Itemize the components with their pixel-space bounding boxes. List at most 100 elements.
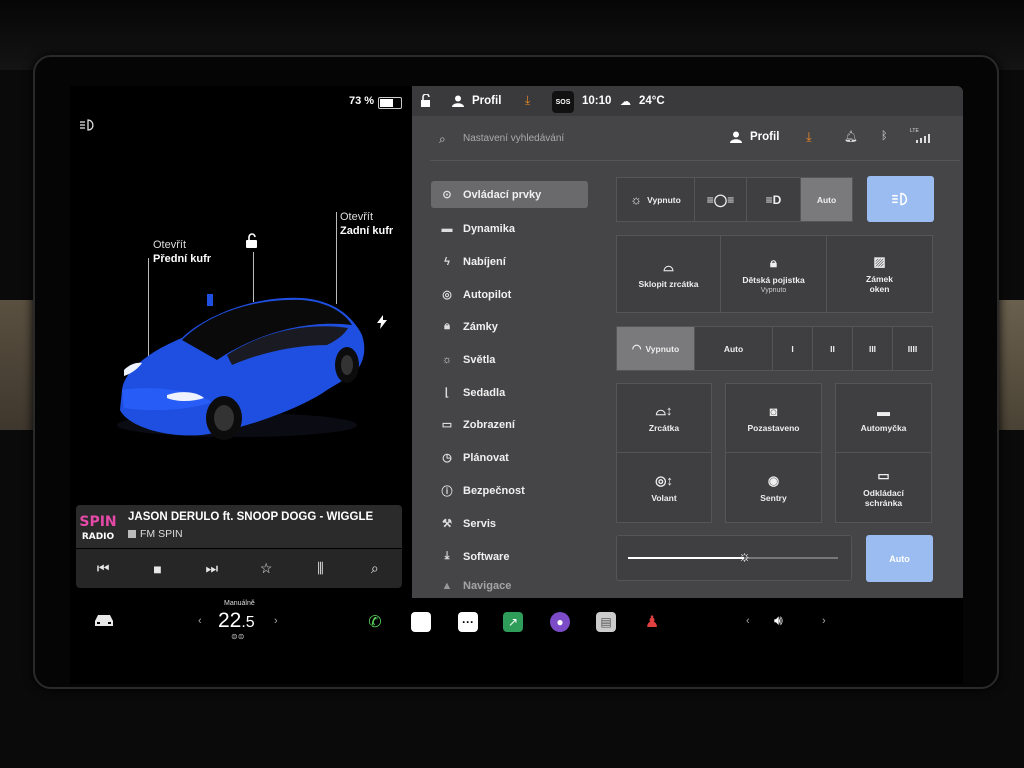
notes-icon[interactable] (411, 612, 431, 632)
temp-decrease-chevron-icon[interactable]: ‹ (198, 615, 202, 627)
window-lock-icon: ▨ (873, 254, 886, 269)
menu-software[interactable]: ⤓ Software (431, 543, 588, 570)
open-trunk-button[interactable]: Otevřít Zadní kufr (340, 210, 393, 238)
lights-off-button[interactable]: ☼ Vypnuto (616, 177, 695, 222)
menu-label-controls: Ovládací prvky (463, 188, 542, 201)
mirrors-adjust-button[interactable]: ⌓↕ Zrcátka (616, 383, 712, 453)
brightness-sun-icon[interactable]: ☼ (738, 548, 752, 565)
spin-radio-logo: SPIN RADIO (78, 509, 118, 543)
energy-chart-icon[interactable]: ↗ (503, 612, 523, 632)
next-track-icon[interactable]: ⏭ (200, 560, 224, 577)
carwash-button[interactable]: ▬ Automyčka (835, 383, 932, 453)
camera-icon[interactable]: ● (550, 612, 570, 632)
phone-icon[interactable]: ✆ (365, 612, 385, 632)
display-icon: ▭ (441, 419, 453, 431)
menu-label-seats: Sedadla (463, 386, 506, 399)
lights-auto-button[interactable]: Auto (800, 177, 853, 222)
menu-display[interactable]: ▭ Zobrazení (431, 411, 588, 438)
fold-mirrors-button[interactable]: ⌓ Sklopit zrcátka (616, 235, 721, 313)
wipers-off-button[interactable]: ◠ Vypnuto (616, 326, 695, 371)
climate-mode: Manuálně (224, 600, 255, 607)
menu-lights[interactable]: ☼ Světla (431, 346, 588, 373)
glovebox-label: Odkládací schránka (863, 487, 904, 508)
sos-button[interactable]: SOS (552, 91, 574, 113)
low-beam-button[interactable]: ≡D (746, 177, 801, 222)
glovebox-icon: ▭ (877, 467, 890, 483)
bluetooth-icon[interactable]: ᛒ (881, 130, 888, 142)
wipers-speed-1-button[interactable]: I (772, 326, 813, 371)
lock-status-icon[interactable] (420, 94, 432, 108)
menu-dynamics[interactable]: ▬ Dynamika (431, 215, 588, 242)
charge-port-icon[interactable] (376, 315, 388, 329)
menu-service[interactable]: ⚒ Servis (431, 510, 588, 537)
menu-schedule[interactable]: ◷ Plánovat (431, 444, 588, 471)
menu-controls[interactable]: ⊙ Ovládací prvky (431, 181, 588, 208)
wipers-speed-2-button[interactable]: II (812, 326, 853, 371)
volume-up-chevron-icon[interactable]: › (822, 615, 826, 627)
cabin-temperature[interactable]: 22.5 (218, 609, 255, 633)
parking-lights-button[interactable]: ≡◯≡ (694, 177, 747, 222)
child-lock-icon: 🔒︎ (770, 254, 777, 270)
glovebox-button[interactable]: ▭ Odkládací schránka (835, 452, 932, 523)
volume-down-chevron-icon[interactable]: ‹ (746, 615, 750, 627)
navigation-icon: ▲ (441, 580, 453, 592)
child-lock-button[interactable]: 🔒︎ Dětská pojistka Vypnuto (720, 235, 827, 313)
favorite-star-icon[interactable]: ☆ (254, 560, 278, 577)
lights-auto-label: Auto (816, 194, 837, 205)
previous-track-icon[interactable]: ⏮ (91, 560, 115, 577)
menu-charging[interactable]: ϟ Nabíjení (431, 248, 588, 275)
menu-seats[interactable]: ⌊ Sedadla (431, 379, 588, 406)
frunk-action-label: Otevřít (153, 239, 187, 251)
cloud-icon: ☁ (620, 96, 631, 108)
steering-adjust-button[interactable]: ◎↕ Volant (616, 452, 712, 523)
menu-autopilot[interactable]: ◎ Autopilot (431, 281, 588, 308)
header-profile-label[interactable]: Profil (750, 131, 779, 143)
car-controls-icon[interactable] (92, 612, 116, 628)
more-apps-icon[interactable]: ··· (458, 612, 478, 632)
wipers-speed-1-label: I (791, 343, 794, 354)
settings-search-input[interactable]: Nastavení vyhledávání (463, 133, 564, 144)
dashcam-button[interactable]: ◙ Pozastaveno (725, 383, 822, 453)
auto-high-beam-button[interactable] (867, 176, 934, 222)
bottom-dock (70, 598, 963, 684)
brightness-auto-button[interactable]: Auto (866, 535, 933, 582)
carwash-label: Automyčka (860, 422, 907, 433)
svg-text:RADIO: RADIO (82, 532, 115, 542)
menu-safety[interactable]: ⓘ Bezpečnost (431, 477, 588, 504)
wipers-auto-button[interactable]: Auto (694, 326, 773, 371)
auto-headlight-icon[interactable] (78, 118, 98, 132)
open-frunk-button[interactable]: Otevřít Přední kufr (153, 238, 211, 266)
window-lock-button[interactable]: ▨ Zámek oken (826, 235, 933, 313)
toybox-icon[interactable]: ▤ (596, 612, 616, 632)
volume-icon[interactable]: 🔊︎ (774, 612, 783, 629)
wipers-speed-4-button[interactable]: IIII (892, 326, 933, 371)
status-profile-label[interactable]: Profil (472, 95, 501, 107)
seat-heater-icon[interactable]: ⊜⊜ (231, 632, 244, 641)
menu-label-locks: Zámky (463, 320, 498, 333)
sentry-button[interactable]: ◉ Sentry (725, 452, 822, 523)
menu-label-lights: Světla (463, 353, 496, 366)
arcade-joystick-icon[interactable]: ♟ (642, 612, 662, 632)
unlock-icon[interactable] (243, 232, 261, 250)
temp-integer: 22 (218, 609, 242, 632)
brightness-fill (628, 557, 744, 559)
menu-locks[interactable]: 🔒︎ Zámky (431, 313, 588, 340)
settings-search-icon[interactable]: ⌕ (439, 132, 446, 147)
search-icon[interactable]: ⌕ (363, 560, 387, 577)
header-profile-icon[interactable] (730, 131, 742, 143)
menu-label-charging: Nabíjení (463, 255, 506, 268)
bell-icon[interactable]: 🔔︎ (844, 130, 858, 143)
steering-adjust-icon: ◎↕ (655, 472, 673, 488)
equalizer-icon[interactable]: ⫼ (308, 560, 332, 577)
car-icon: ▬ (441, 222, 453, 235)
download-icon[interactable]: ⤓ (525, 93, 530, 108)
wipers-speed-3-button[interactable]: III (852, 326, 893, 371)
alert-icon: ⓘ (441, 485, 453, 498)
profile-icon[interactable] (452, 95, 464, 107)
stop-icon[interactable]: ■ (145, 561, 169, 577)
header-download-icon[interactable]: ⤓ (806, 129, 812, 145)
clock: 10:10 (582, 95, 612, 107)
temp-increase-chevron-icon[interactable]: › (274, 615, 278, 627)
sun-icon: ☼ (630, 192, 643, 207)
menu-navigation[interactable]: ▲ Navigace (431, 576, 588, 596)
